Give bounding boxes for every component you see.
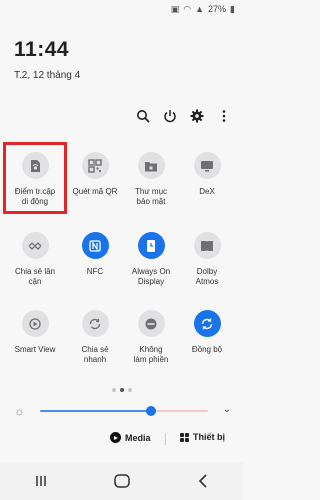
clock: 11:44 (14, 38, 70, 61)
navigation-bar (0, 462, 243, 500)
nfc-icon (81, 232, 109, 259)
tile-label: Dolby Atmos (195, 267, 219, 286)
page-dot-active (119, 388, 124, 392)
devices-icon (180, 432, 189, 442)
top-actions (135, 108, 231, 123)
dex-icon (193, 152, 221, 179)
home-icon[interactable] (102, 474, 142, 488)
sync-icon (193, 310, 221, 337)
quick-share-icon (81, 310, 109, 337)
devices-label: Thiết bị (193, 432, 225, 442)
battery-icon: ▮ (230, 3, 235, 14)
back-icon[interactable] (183, 474, 223, 488)
brightness-icon: ☼ (14, 404, 25, 418)
qr-scanner-icon (81, 152, 109, 179)
brightness-control: ☼ ⌄ (14, 404, 231, 418)
date[interactable]: T.2, 12 tháng 4 (14, 70, 80, 81)
highlight-box (3, 142, 67, 214)
page-dot (111, 388, 116, 392)
search-icon[interactable] (135, 108, 150, 123)
divider (165, 433, 166, 445)
signal-icon: ▲ (195, 3, 205, 14)
secure-folder-icon (137, 152, 165, 179)
page-indicator (0, 388, 243, 392)
media-label: Media (125, 432, 151, 443)
brightness-fill (40, 410, 151, 412)
more-icon[interactable] (216, 108, 231, 123)
wifi-icon: ◠ (183, 3, 192, 14)
chevron-down-icon[interactable]: ⌄ (223, 404, 231, 415)
nfc-status-icon: ▣ (170, 3, 180, 14)
tile-label: DeX (199, 187, 215, 196)
media-button[interactable]: Media (110, 432, 151, 443)
power-icon[interactable] (162, 108, 177, 123)
always-on-display-icon (137, 232, 165, 259)
smart-view-icon (21, 310, 49, 337)
battery-percent: 27% (208, 4, 227, 14)
dolby-atmos-icon (193, 232, 221, 259)
gear-icon[interactable] (189, 108, 204, 123)
do-not-disturb-icon (137, 310, 165, 337)
tile-dex[interactable]: DeX (172, 152, 242, 197)
nearby-share-icon (21, 232, 49, 259)
status-bar: ▣ ◠ ▲ 27% ▮ (171, 3, 235, 15)
devices-button[interactable]: Thiết bị (180, 432, 225, 442)
media-row: Media Thiết bị (0, 432, 243, 446)
tile-dolby-atmos[interactable]: Dolby Atmos (172, 232, 242, 287)
brightness-thumb[interactable] (145, 406, 156, 416)
tile-sync[interactable]: Đồng bộ (172, 310, 242, 355)
tile-label: Đồng bộ (191, 345, 223, 354)
play-icon (110, 432, 121, 443)
brightness-slider[interactable] (40, 406, 208, 416)
recent-apps-icon[interactable] (21, 475, 61, 487)
page-dot (127, 388, 132, 392)
